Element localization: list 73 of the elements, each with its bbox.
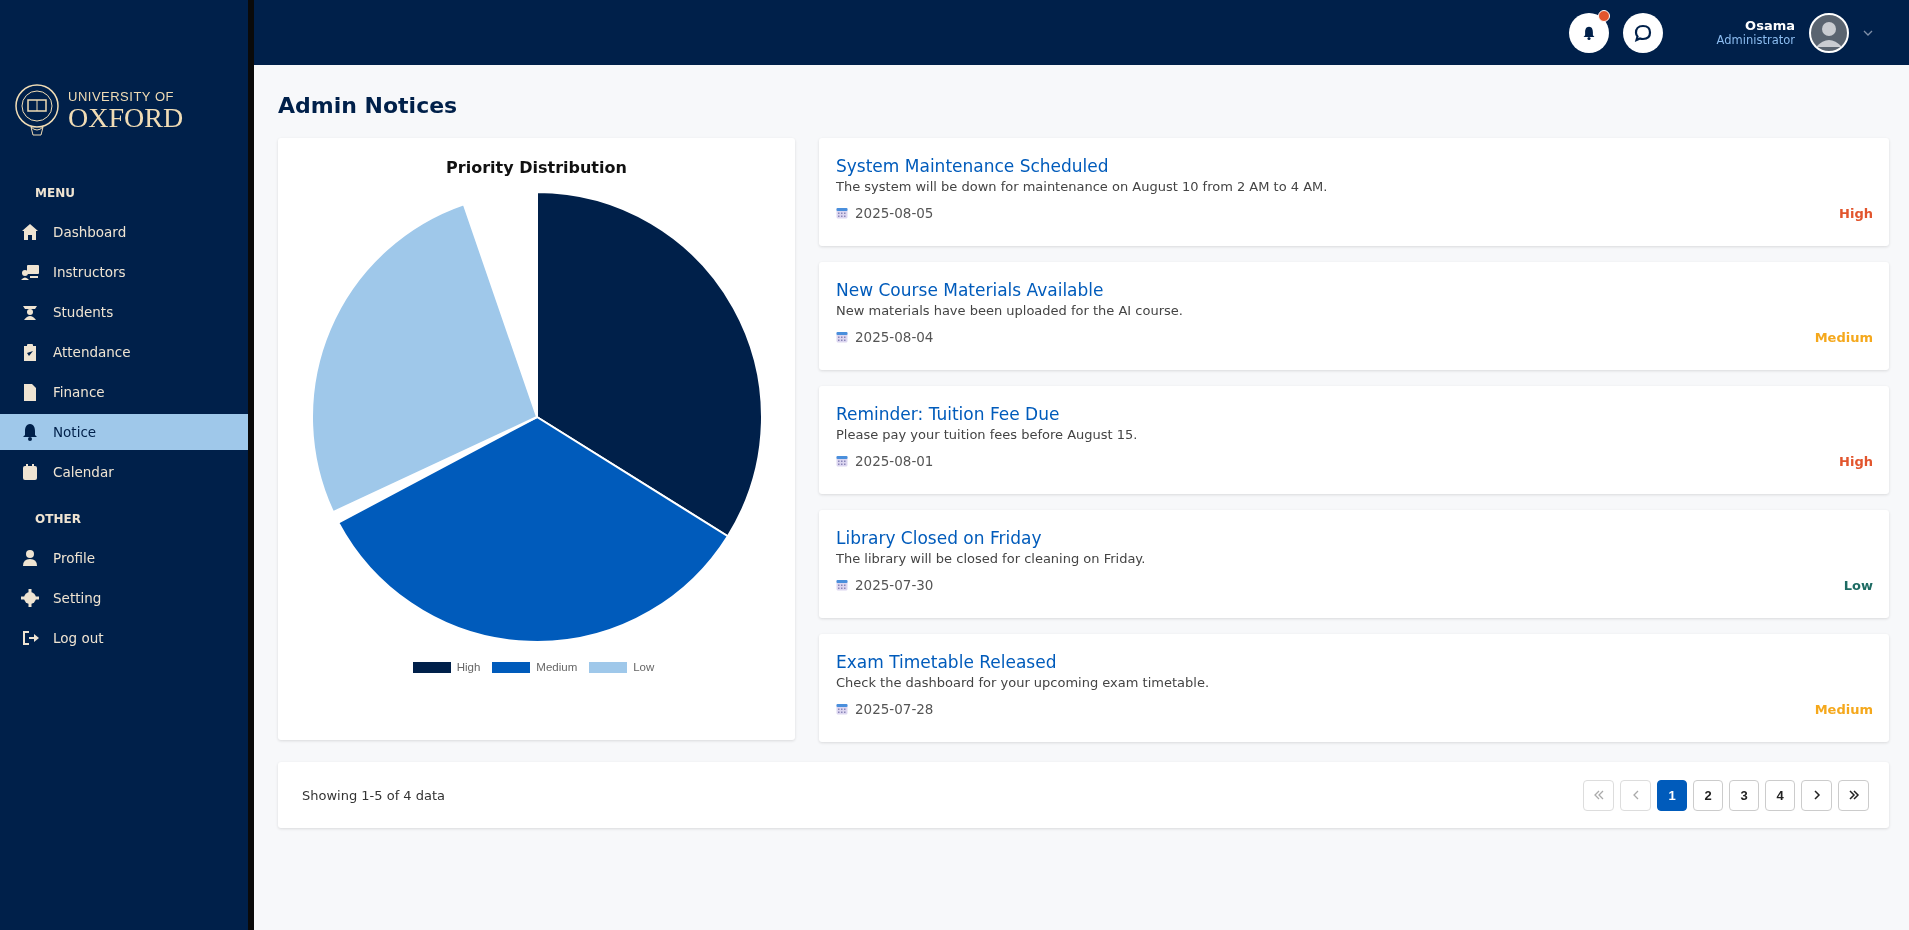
calendar-icon: [836, 331, 848, 343]
chart-title: Priority Distribution: [446, 158, 627, 177]
calendar-icon: [836, 703, 848, 715]
notice-date: 2025-08-04: [855, 329, 934, 345]
nav-item[interactable]: Students: [0, 294, 248, 330]
user-icon: [21, 549, 39, 567]
notice-title[interactable]: Library Closed on Friday: [836, 528, 1042, 548]
notifications-button[interactable]: [1568, 12, 1609, 53]
page-title: Admin Notices: [278, 93, 459, 118]
notice-text: The library will be closed for cleaning on Friday.: [836, 551, 1147, 566]
priority-label: Medium: [1814, 701, 1873, 717]
nav-item[interactable]: Profile: [0, 540, 248, 576]
last-page-button[interactable]: [1838, 779, 1869, 811]
chat-bubble-icon: [1633, 23, 1652, 42]
calendar-icon: [21, 463, 39, 481]
chevron-left-icon: [1631, 790, 1640, 800]
notice-title[interactable]: System Maintenance Scheduled: [836, 156, 1109, 176]
avatar-icon[interactable]: [1809, 12, 1849, 53]
user-name: Osama: [1745, 18, 1795, 33]
clipboard-icon: [21, 343, 39, 361]
notice-text: The system will be down for maintenance on August 10 from 2 AM to 4 AM.: [836, 179, 1329, 194]
notice-date: 2025-07-28: [855, 701, 934, 717]
legend-label: Low: [633, 661, 655, 673]
invoice-icon: [21, 383, 39, 401]
nav-item[interactable]: Notice: [0, 414, 248, 450]
notice-date: 2025-08-05: [855, 205, 934, 221]
bell-icon: [21, 423, 39, 441]
nav-item[interactable]: Calendar: [0, 454, 248, 490]
page-button[interactable]: 2: [1693, 779, 1723, 811]
nav-item[interactable]: Dashboard: [0, 214, 248, 250]
page-button[interactable]: 1: [1657, 779, 1687, 811]
messages-button[interactable]: [1622, 12, 1663, 53]
notice-title[interactable]: Exam Timetable Released: [836, 652, 1057, 672]
logout-icon: [21, 629, 39, 647]
notice-date: 2025-08-01: [855, 453, 934, 469]
notice-date: 2025-07-30: [855, 577, 934, 593]
double-chevron-left-icon: [1592, 790, 1605, 800]
nav-item[interactable]: Attendance: [0, 334, 248, 370]
priority-label: High: [1839, 453, 1873, 469]
notice-title[interactable]: Reminder: Tuition Fee Due: [836, 404, 1060, 424]
notice-text: New materials have been uploaded for the AI course.: [836, 303, 1184, 318]
crest-logo-icon: [14, 83, 60, 137]
nav-item[interactable]: Finance: [0, 374, 248, 410]
nav-item[interactable]: Instructors: [0, 254, 248, 290]
calendar-icon: [836, 579, 848, 591]
notice-text: Check the dashboard for your upcoming exam timetable.: [836, 675, 1210, 690]
page-button[interactable]: 4: [1765, 779, 1795, 811]
priority-label: High: [1839, 205, 1873, 221]
next-page-button[interactable]: [1801, 779, 1832, 811]
user-role: Administrator: [1716, 33, 1795, 47]
nav-item[interactable]: Log out: [0, 620, 248, 656]
chevron-down-icon[interactable]: [1863, 29, 1873, 36]
notice-title[interactable]: New Course Materials Available: [836, 280, 1104, 300]
legend-label: Medium: [536, 661, 578, 673]
logo-subtitle: UNIVERSITY OF: [68, 88, 175, 104]
home-icon: [21, 223, 39, 241]
bell-icon: [1581, 24, 1596, 41]
notice-text: Please pay your tuition fees before August 15.: [836, 427, 1139, 442]
calendar-icon: [836, 207, 848, 219]
logo-title: OXFORD: [68, 103, 184, 132]
priority-label: Medium: [1814, 329, 1873, 345]
student-icon: [21, 303, 39, 321]
section-heading: MENU: [34, 185, 76, 202]
calendar-icon: [836, 455, 848, 467]
legend-label: High: [456, 661, 481, 673]
nav-item[interactable]: Setting: [0, 580, 248, 616]
double-chevron-right-icon: [1847, 790, 1860, 800]
pagination-summary: Showing 1-5 of 4 data: [302, 787, 446, 803]
priority-label: Low: [1843, 577, 1873, 593]
teacher-icon: [21, 263, 39, 281]
section-heading: OTHER: [34, 511, 82, 528]
chevron-right-icon: [1812, 790, 1821, 800]
page-button[interactable]: 3: [1729, 779, 1759, 811]
